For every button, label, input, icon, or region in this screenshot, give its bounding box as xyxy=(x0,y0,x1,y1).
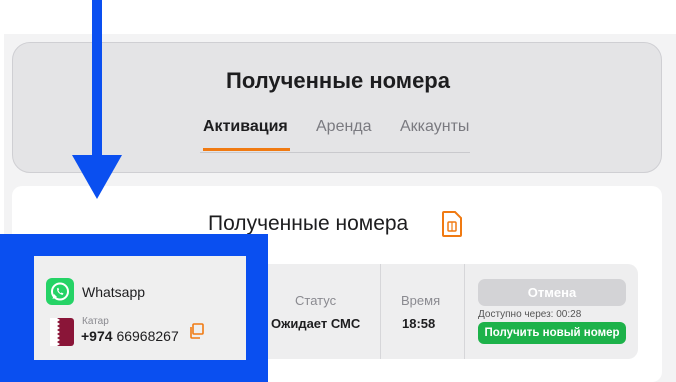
arrow-down-icon xyxy=(72,155,122,199)
service-name: Whatsapp xyxy=(82,284,146,300)
available-timer: Доступно через: 00:28 xyxy=(478,309,582,320)
cancel-button[interactable]: Отмена xyxy=(478,279,626,306)
time-label: Время xyxy=(401,293,441,308)
tab-activation[interactable]: Активация xyxy=(203,118,288,136)
column-divider xyxy=(380,264,381,359)
status-label: Статус xyxy=(295,293,337,308)
status-value: Ожидает СМС xyxy=(271,316,361,331)
whatsapp-icon xyxy=(46,278,74,305)
phone-number: +974 66968267 xyxy=(81,328,179,344)
pointer-arrow-shaft xyxy=(92,0,102,160)
number-digits: 66968267 xyxy=(116,328,179,344)
section-title: Полученные номера xyxy=(208,212,409,235)
time-value: 18:58 xyxy=(402,316,436,331)
header-card xyxy=(12,42,662,173)
column-divider xyxy=(464,264,465,359)
country-code: +974 xyxy=(81,328,113,344)
copy-icon[interactable] xyxy=(188,323,204,339)
sim-card-icon xyxy=(442,211,462,237)
qatar-flag-icon xyxy=(50,318,74,346)
tab-rent[interactable]: Аренда xyxy=(316,118,372,136)
get-new-number-button[interactable]: Получить новый номер xyxy=(478,322,626,344)
tab-accounts[interactable]: Аккаунты xyxy=(400,118,469,136)
active-tab-indicator xyxy=(203,148,290,151)
country-name: Катар xyxy=(82,316,109,327)
tabs-bar: Активация Аренда Аккаунты xyxy=(200,116,470,153)
